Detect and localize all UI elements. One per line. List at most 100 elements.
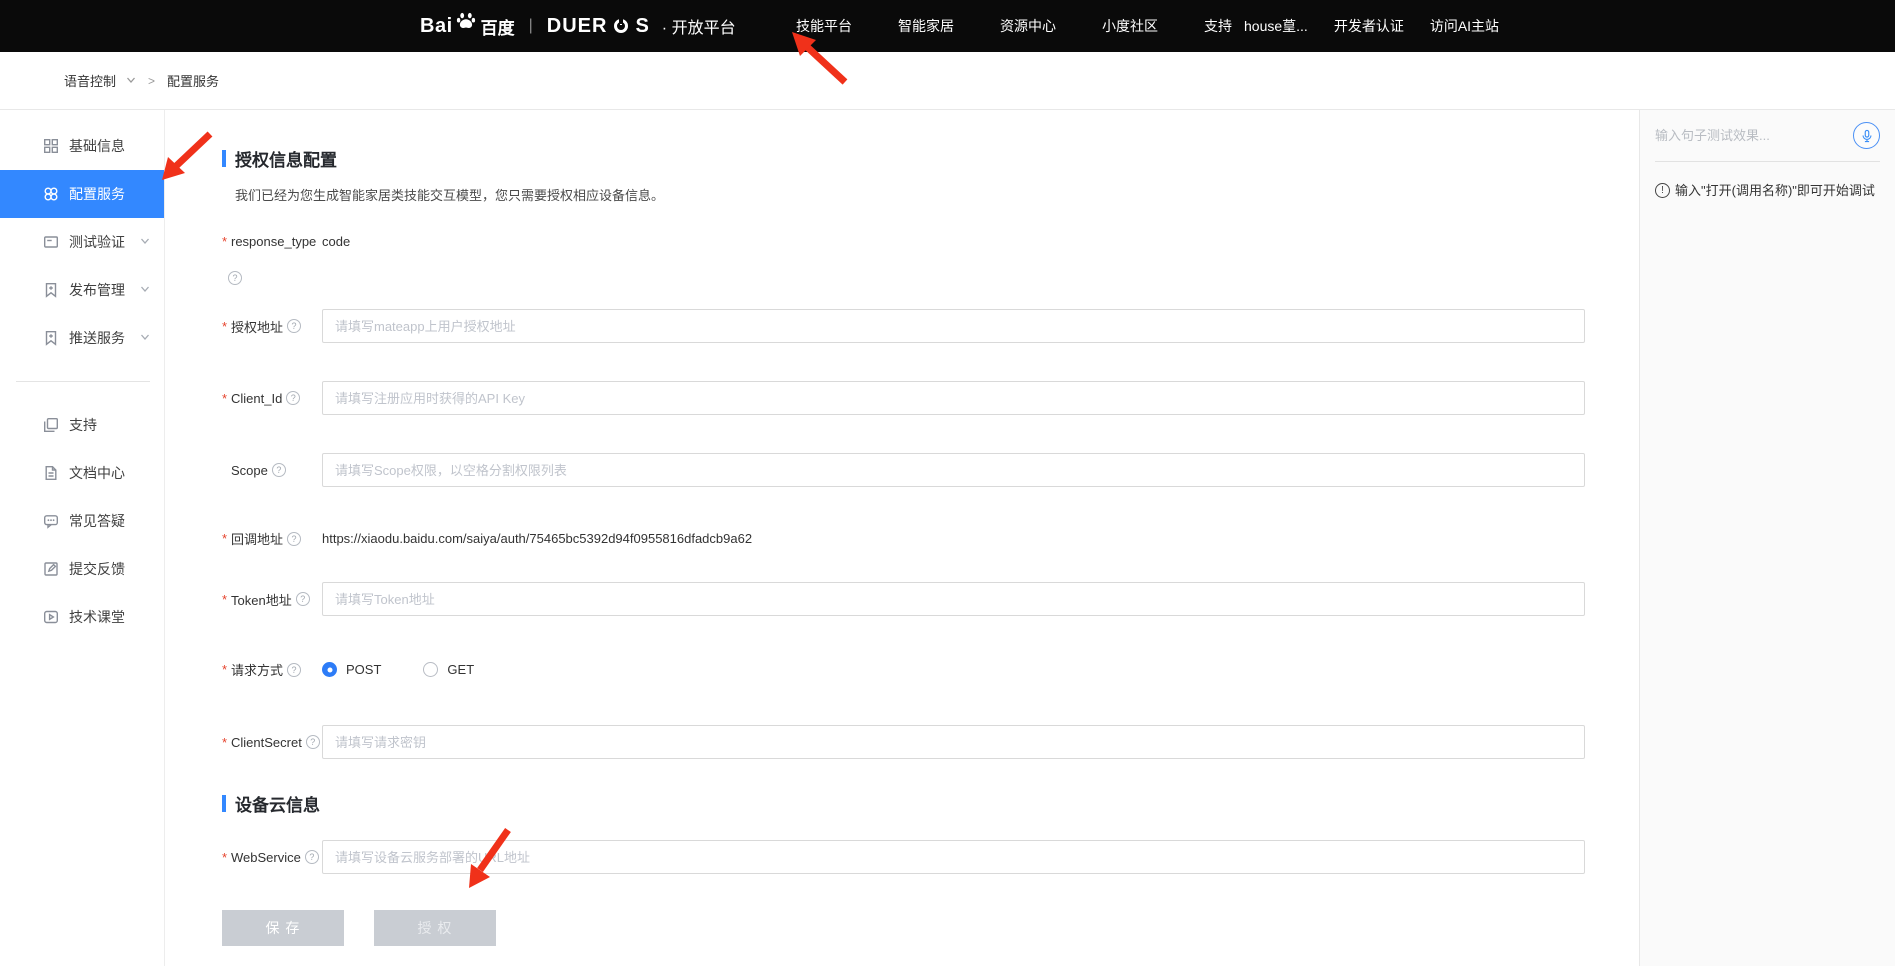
microphone-button[interactable] — [1853, 122, 1880, 149]
help-icon[interactable] — [306, 735, 320, 749]
sidebar-item-label: 常见答疑 — [69, 511, 125, 531]
info-icon — [1655, 183, 1670, 198]
sidebar-item-faq[interactable]: 常见答疑 — [0, 497, 164, 545]
authorize-button[interactable]: 授 权 — [374, 910, 496, 946]
sidebar-divider — [16, 381, 150, 382]
response-type-value: code — [322, 234, 350, 249]
required-marker — [222, 850, 231, 865]
field-scope: Scope — [222, 453, 1585, 487]
section-description: 我们已经为您生成智能家居类技能交互模型，您只需要授权相应设备信息。 — [222, 185, 1585, 204]
chevron-down-icon — [140, 329, 150, 347]
baidu-logo-cn: 百度 — [481, 14, 515, 39]
dueros-logo-text: DUER — [547, 15, 608, 38]
nav-item-developer-cert[interactable]: 开发者认证 — [1334, 16, 1404, 36]
field-label-text: 请求方式 — [231, 660, 283, 679]
required-marker — [222, 234, 231, 249]
dueros-o-icon — [614, 19, 628, 33]
client-secret-input[interactable] — [322, 725, 1585, 759]
sidebar-item-doc-center[interactable]: 文档中心 — [0, 449, 164, 497]
clover-icon — [43, 186, 59, 202]
logo-divider: | — [529, 17, 533, 35]
nav-item-resource-center[interactable]: 资源中心 — [986, 16, 1070, 36]
sidebar-item-label: 提交反馈 — [69, 559, 125, 579]
auth-url-input[interactable] — [322, 309, 1585, 343]
field-client-id: Client_Id — [222, 381, 1585, 415]
edit-icon — [43, 561, 59, 577]
sidebar-item-label: 技术课堂 — [69, 607, 125, 627]
section-title: 授权信息配置 — [235, 146, 337, 171]
required-marker — [222, 463, 231, 478]
sentence-test-input[interactable] — [1655, 128, 1845, 143]
scope-input[interactable] — [322, 453, 1585, 487]
help-icon[interactable] — [287, 532, 301, 546]
nav-item-skill-platform[interactable]: 技能平台 — [782, 16, 866, 36]
page: Bai 百度 | DUER S · 开放平台 技能平台 智能家居 资源中心 小度… — [0, 0, 1895, 966]
token-url-input[interactable] — [322, 582, 1585, 616]
section-title: 设备云信息 — [235, 791, 320, 816]
nav-item-support[interactable]: 支持 — [1190, 16, 1246, 36]
sidebar-item-support[interactable]: 支持 — [0, 401, 164, 449]
chat-bubble-icon — [43, 513, 59, 529]
breadcrumb-separator: > — [148, 74, 155, 88]
test-hint: 输入"打开(调用名称)"即可开始调试 — [1655, 182, 1880, 199]
radio-post-label: POST — [346, 662, 381, 677]
nav-item-ai-site[interactable]: 访问AI主站 — [1430, 16, 1499, 36]
sidebar-item-feedback[interactable]: 提交反馈 — [0, 545, 164, 593]
bookmark-plus-icon — [43, 330, 59, 346]
chevron-down-icon[interactable] — [126, 72, 136, 90]
field-label-text: 授权地址 — [231, 317, 283, 336]
client-id-input[interactable] — [322, 381, 1585, 415]
breadcrumb: 语音控制 > 配置服务 — [0, 52, 1895, 110]
sidebar-item-config-service[interactable]: 配置服务 — [0, 170, 164, 218]
sidebar-item-tech-class[interactable]: 技术课堂 — [0, 593, 164, 641]
baidu-dueros-logo[interactable]: Bai 百度 | DUER S · 开放平台 — [420, 0, 736, 52]
main-content: 授权信息配置 我们已经为您生成智能家居类技能交互模型，您只需要授权相应设备信息。… — [165, 110, 1639, 966]
open-platform-label: · 开放平台 — [662, 14, 736, 38]
video-play-icon — [43, 609, 59, 625]
test-panel: 输入"打开(调用名称)"即可开始调试 — [1639, 110, 1895, 966]
chevron-down-icon — [140, 233, 150, 251]
field-label-text: Token地址 — [231, 590, 292, 609]
sidebar-item-label: 测试验证 — [69, 232, 125, 252]
help-icon[interactable] — [228, 271, 242, 285]
copy-icon — [43, 417, 59, 433]
sidebar-item-test-verify[interactable]: 测试验证 — [0, 218, 164, 266]
sidebar-item-label: 文档中心 — [69, 463, 125, 483]
web-service-input[interactable] — [322, 840, 1585, 874]
help-icon[interactable] — [287, 663, 301, 677]
radio-post[interactable]: POST — [322, 662, 381, 677]
top-nav-right: house葟... 开发者认证 访问AI主站 — [1244, 0, 1499, 52]
help-icon[interactable] — [286, 391, 300, 405]
form-actions: 保 存 授 权 — [222, 910, 1585, 966]
radio-get[interactable]: GET — [423, 662, 474, 677]
grid-icon — [43, 138, 59, 154]
nav-item-xiaodu-community[interactable]: 小度社区 — [1088, 16, 1172, 36]
help-icon[interactable] — [272, 463, 286, 477]
sidebar-item-label: 推送服务 — [69, 328, 125, 348]
user-account[interactable]: house葟... — [1244, 16, 1308, 36]
sentence-test-row — [1655, 110, 1880, 162]
chevron-down-icon — [140, 281, 150, 299]
breadcrumb-current: 配置服务 — [167, 71, 219, 90]
breadcrumb-parent[interactable]: 语音控制 — [64, 71, 116, 90]
field-response-type: response_type code — [222, 234, 1585, 249]
sidebar-item-push-service[interactable]: 推送服务 — [0, 314, 164, 362]
help-icon[interactable] — [296, 592, 310, 606]
field-label-text: Scope — [231, 463, 268, 478]
help-icon[interactable] — [287, 319, 301, 333]
test-hint-text: 输入"打开(调用名称)"即可开始调试 — [1675, 182, 1875, 199]
card-icon — [43, 234, 59, 250]
field-auth-url: 授权地址 — [222, 309, 1585, 343]
radio-get-dot[interactable] — [423, 662, 438, 677]
required-marker — [222, 391, 231, 406]
callback-url-value: https://xiaodu.baidu.com/saiya/auth/7546… — [322, 531, 752, 546]
nav-item-smart-home[interactable]: 智能家居 — [884, 16, 968, 36]
help-icon[interactable] — [305, 850, 319, 864]
baidu-paw-icon — [455, 11, 477, 31]
save-button[interactable]: 保 存 — [222, 910, 344, 946]
radio-post-dot[interactable] — [322, 662, 337, 677]
sidebar-item-basic-info[interactable]: 基础信息 — [0, 122, 164, 170]
sidebar-item-publish-manage[interactable]: 发布管理 — [0, 266, 164, 314]
field-token-url: Token地址 — [222, 582, 1585, 616]
required-marker — [222, 592, 231, 607]
